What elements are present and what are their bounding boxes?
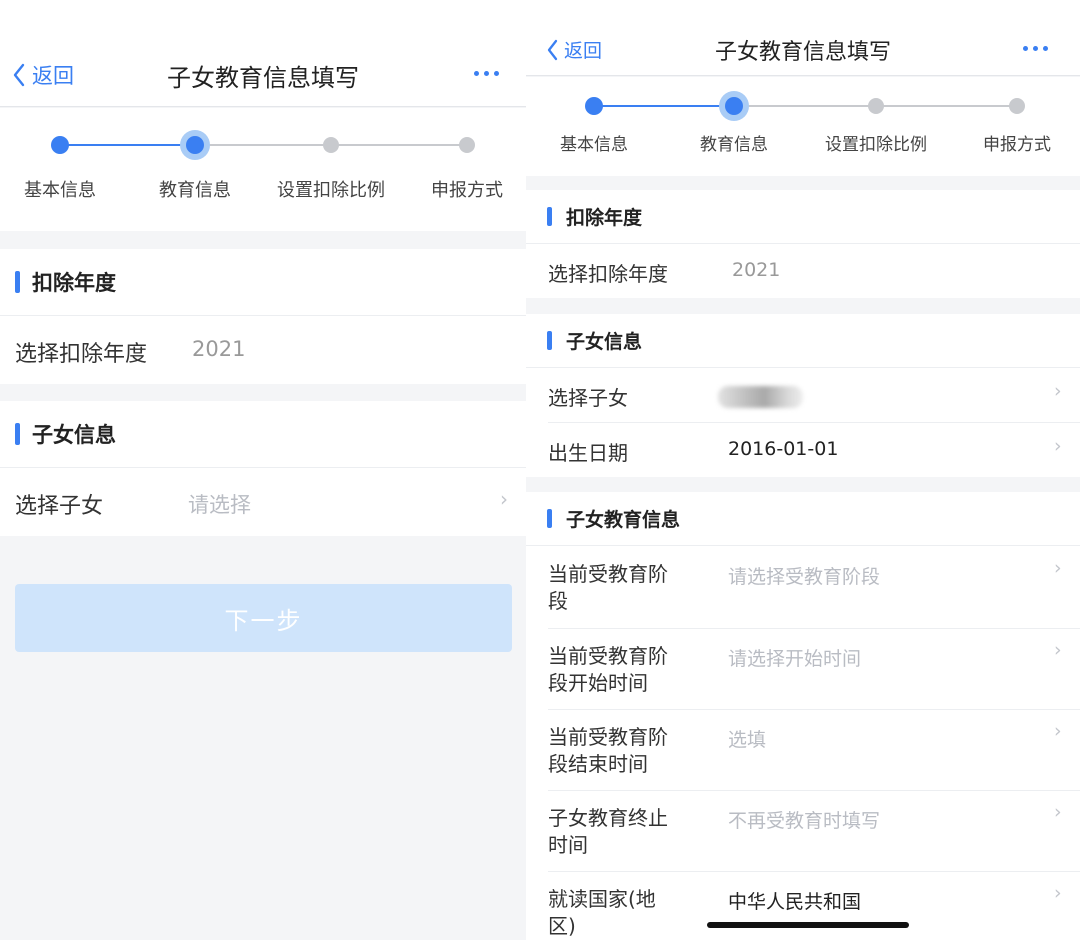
row-label: 当前受教育阶段 — [548, 562, 668, 613]
home-indicator[interactable] — [707, 922, 909, 928]
page-title: 子女教育信息填写 — [714, 40, 891, 65]
progress-stepper: 基本信息 教育信息 设置扣除比例 申报方式 — [0, 108, 526, 231]
deduction-year-row[interactable]: 选择扣除年度 2021 — [0, 316, 526, 384]
stepper-track — [51, 130, 475, 160]
section-accent-bar — [547, 207, 552, 226]
chevron-right-icon: › — [500, 487, 508, 511]
deduction-year-section: 扣除年度 选择扣除年度 2021 — [526, 190, 1080, 298]
chevron-right-icon: › — [1054, 720, 1062, 742]
select-child-row[interactable]: 选择子女 › — [526, 368, 1080, 422]
stage-start-placeholder: 请选择开始时间 — [728, 648, 862, 670]
section-header: 子女信息 — [526, 314, 1080, 368]
more-options-button[interactable] — [1023, 46, 1048, 51]
education-stage-row[interactable]: 当前受教育阶段 请选择受教育阶段 › — [526, 547, 1080, 628]
education-stage-placeholder: 请选择受教育阶段 — [728, 566, 881, 588]
more-dot-icon — [494, 71, 499, 76]
step-dot-current — [186, 136, 204, 154]
step-dot-pending — [1009, 98, 1025, 114]
section-title: 扣除年度 — [32, 271, 116, 295]
nav-header: 返回 子女教育信息填写 — [0, 0, 526, 107]
chevron-right-icon: › — [1054, 801, 1062, 823]
chevron-right-icon: › — [1054, 380, 1062, 402]
more-dot-icon — [484, 71, 489, 76]
nav-header: 返回 子女教育信息填写 — [526, 0, 1080, 76]
step-dot-pending — [459, 137, 475, 153]
page-title: 子女教育信息填写 — [167, 64, 359, 92]
study-country-row[interactable]: 就读国家(地 区) 中华人民共和国 › — [526, 872, 1080, 940]
section-title: 子女教育信息 — [566, 509, 681, 531]
section-title: 子女信息 — [566, 331, 643, 353]
child-info-section: 子女信息 选择子女 请选择 › — [0, 401, 526, 536]
step-dot-done — [51, 136, 69, 154]
section-title: 扣除年度 — [566, 207, 643, 229]
row-label: 出生日期 — [548, 441, 628, 465]
section-accent-bar — [547, 509, 552, 528]
deduction-year-value: 2021 — [732, 259, 781, 281]
more-dot-icon — [1043, 46, 1048, 51]
step-dot-done — [585, 97, 603, 115]
more-dot-icon — [1033, 46, 1038, 51]
step-dot-pending — [868, 98, 884, 114]
select-child-placeholder: 请选择 — [188, 493, 251, 517]
stage-start-time-row[interactable]: 当前受教育阶 段开始时间 请选择开始时间 › — [526, 629, 1080, 710]
study-country-value: 中华人民共和国 — [728, 891, 862, 913]
blurred-child-name — [718, 386, 803, 408]
select-child-row[interactable]: 选择子女 请选择 › — [0, 468, 526, 536]
section-accent-bar — [547, 331, 552, 350]
section-header: 扣除年度 — [526, 190, 1080, 244]
section-title: 子女信息 — [32, 423, 116, 447]
step-label-ratio: 设置扣除比例 — [277, 180, 385, 201]
deduction-year-value: 2021 — [192, 337, 246, 361]
step-label-education: 教育信息 — [159, 180, 231, 201]
stage-end-time-row[interactable]: 当前受教育阶 段结束时间 选填 › — [526, 710, 1080, 791]
section-accent-bar — [15, 423, 20, 445]
row-label: 选择扣除年度 — [15, 342, 148, 367]
step-label-basic: 基本信息 — [24, 180, 96, 201]
step-label-method: 申报方式 — [983, 135, 1051, 155]
row-label: 选择子女 — [15, 494, 104, 519]
step-dot-pending — [323, 137, 339, 153]
row-label: 当前受教育阶 段结束时间 — [548, 725, 668, 776]
chevron-right-icon: › — [1054, 435, 1062, 457]
row-label: 就读国家(地 区) — [548, 887, 656, 938]
row-label: 选择扣除年度 — [548, 262, 668, 286]
stage-end-placeholder: 选填 — [728, 729, 767, 751]
birth-date-row[interactable]: 出生日期 2016-01-01 › — [526, 423, 1080, 477]
row-label: 选择子女 — [548, 386, 628, 410]
section-accent-bar — [15, 271, 20, 293]
progress-stepper: 基本信息 教育信息 设置扣除比例 申报方式 — [526, 77, 1080, 176]
right-screen: 返回 子女教育信息填写 基本信息 教育信息 设置扣除比例 申报方式 扣除年度 选… — [526, 0, 1080, 940]
section-header: 子女教育信息 — [526, 492, 1080, 546]
deduction-year-row[interactable]: 选择扣除年度 2021 — [526, 244, 1080, 298]
more-dot-icon — [1023, 46, 1028, 51]
row-label: 当前受教育阶 段开始时间 — [548, 644, 668, 695]
section-header: 子女信息 — [0, 401, 526, 468]
section-header: 扣除年度 — [0, 249, 526, 316]
deduction-year-section: 扣除年度 选择扣除年度 2021 — [0, 249, 526, 384]
more-dot-icon — [474, 71, 479, 76]
more-options-button[interactable] — [474, 71, 499, 76]
next-step-button[interactable]: 下一步 — [15, 584, 512, 652]
child-info-section: 子女信息 选择子女 › 出生日期 2016-01-01 › — [526, 314, 1080, 477]
row-label: 子女教育终止 时间 — [548, 806, 668, 857]
step-label-ratio: 设置扣除比例 — [825, 135, 927, 155]
step-label-basic: 基本信息 — [560, 135, 628, 155]
child-education-section: 子女教育信息 当前受教育阶段 请选择受教育阶段 › 当前受教育阶 段开始时间 请选… — [526, 492, 1080, 940]
stepper-track — [585, 91, 1025, 121]
education-end-time-row[interactable]: 子女教育终止 时间 不再受教育时填写 › — [526, 791, 1080, 872]
chevron-right-icon: › — [1054, 882, 1062, 904]
left-screen: 返回 子女教育信息填写 基本信息 教育信息 设置扣除比例 申报方式 扣除年度 选… — [0, 0, 526, 940]
education-end-placeholder: 不再受教育时填写 — [728, 810, 881, 832]
chevron-right-icon: › — [1054, 557, 1062, 579]
step-label-education: 教育信息 — [700, 135, 768, 155]
birth-date-value: 2016-01-01 — [728, 438, 839, 460]
chevron-right-icon: › — [1054, 639, 1062, 661]
step-dot-current — [725, 97, 743, 115]
step-label-method: 申报方式 — [431, 180, 503, 201]
